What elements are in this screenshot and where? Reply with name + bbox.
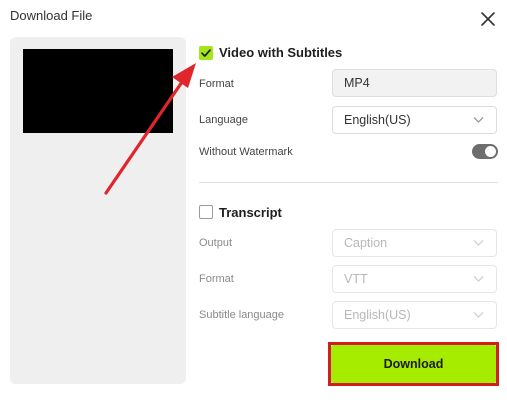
download-file-dialog: Download File Video with Subtitles Forma… (0, 0, 507, 400)
watermark-toggle[interactable] (472, 144, 498, 159)
output-label: Output (199, 237, 233, 249)
transcript-title: Transcript (219, 205, 282, 220)
download-button[interactable]: Download (331, 345, 496, 383)
format-value: MP4 (344, 76, 370, 90)
chevron-down-icon (473, 312, 484, 318)
transcript-checkbox[interactable] (199, 205, 213, 219)
output-select[interactable]: Caption (332, 229, 497, 257)
chevron-down-icon (473, 117, 484, 123)
subtitle-language-select[interactable]: English(US) (332, 301, 497, 329)
section-divider (199, 182, 498, 183)
format-field: MP4 (332, 69, 497, 97)
language-select[interactable]: English(US) (332, 106, 497, 134)
language-label: Language (199, 114, 248, 126)
checkmark-icon (201, 49, 211, 57)
language-value: English(US) (344, 113, 411, 127)
output-value: Caption (344, 236, 388, 250)
toggle-knob (485, 146, 496, 157)
transcript-format-label: Format (199, 273, 234, 285)
subtitle-language-value: English(US) (344, 308, 411, 322)
subtitle-language-label: Subtitle language (199, 309, 285, 321)
video-subtitles-title: Video with Subtitles (219, 45, 343, 60)
preview-panel (10, 37, 186, 384)
video-subtitles-checkbox[interactable] (199, 46, 213, 60)
transcript-format-select[interactable]: VTT (332, 265, 497, 293)
chevron-down-icon (473, 240, 484, 246)
dialog-title: Download File (10, 8, 93, 23)
video-thumbnail (23, 49, 173, 133)
chevron-down-icon (473, 276, 484, 282)
format-label: Format (199, 78, 234, 90)
close-icon[interactable] (478, 9, 498, 29)
watermark-label: Without Watermark (199, 146, 293, 158)
transcript-format-value: VTT (344, 272, 368, 286)
